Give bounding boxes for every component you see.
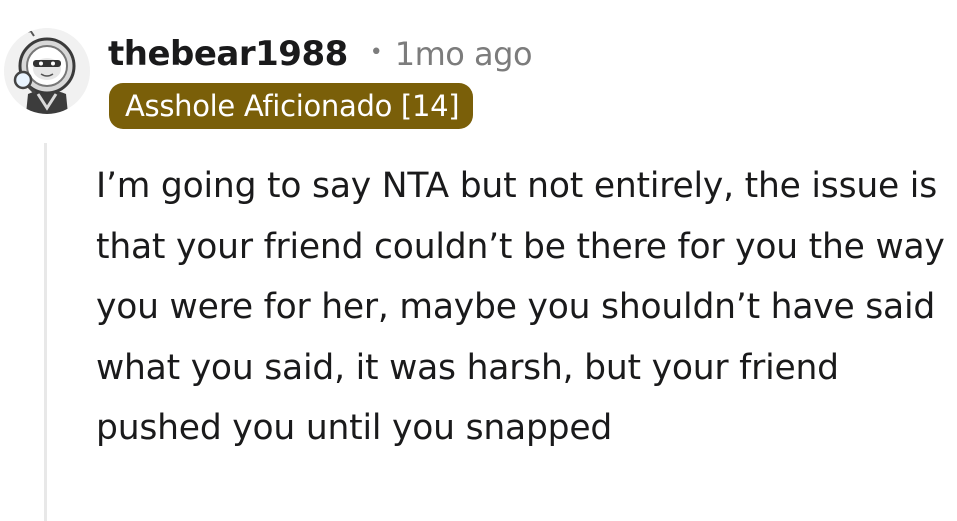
comment: thebear1988 • 1mo ago Asshole Aficionado…	[0, 0, 957, 521]
snoo-avatar-icon	[4, 28, 90, 114]
comment-timestamp[interactable]: 1mo ago	[395, 35, 533, 73]
thread-line[interactable]	[44, 143, 47, 521]
username-link[interactable]: thebear1988	[108, 34, 348, 74]
user-avatar[interactable]	[4, 28, 90, 114]
user-flair-badge: Asshole Aficionado [14]	[109, 83, 474, 129]
comment-body: I’m going to say NTA but not entirely, t…	[96, 166, 945, 448]
comment-header: thebear1988 • 1mo ago	[108, 30, 533, 78]
meta-separator: •	[369, 39, 383, 65]
